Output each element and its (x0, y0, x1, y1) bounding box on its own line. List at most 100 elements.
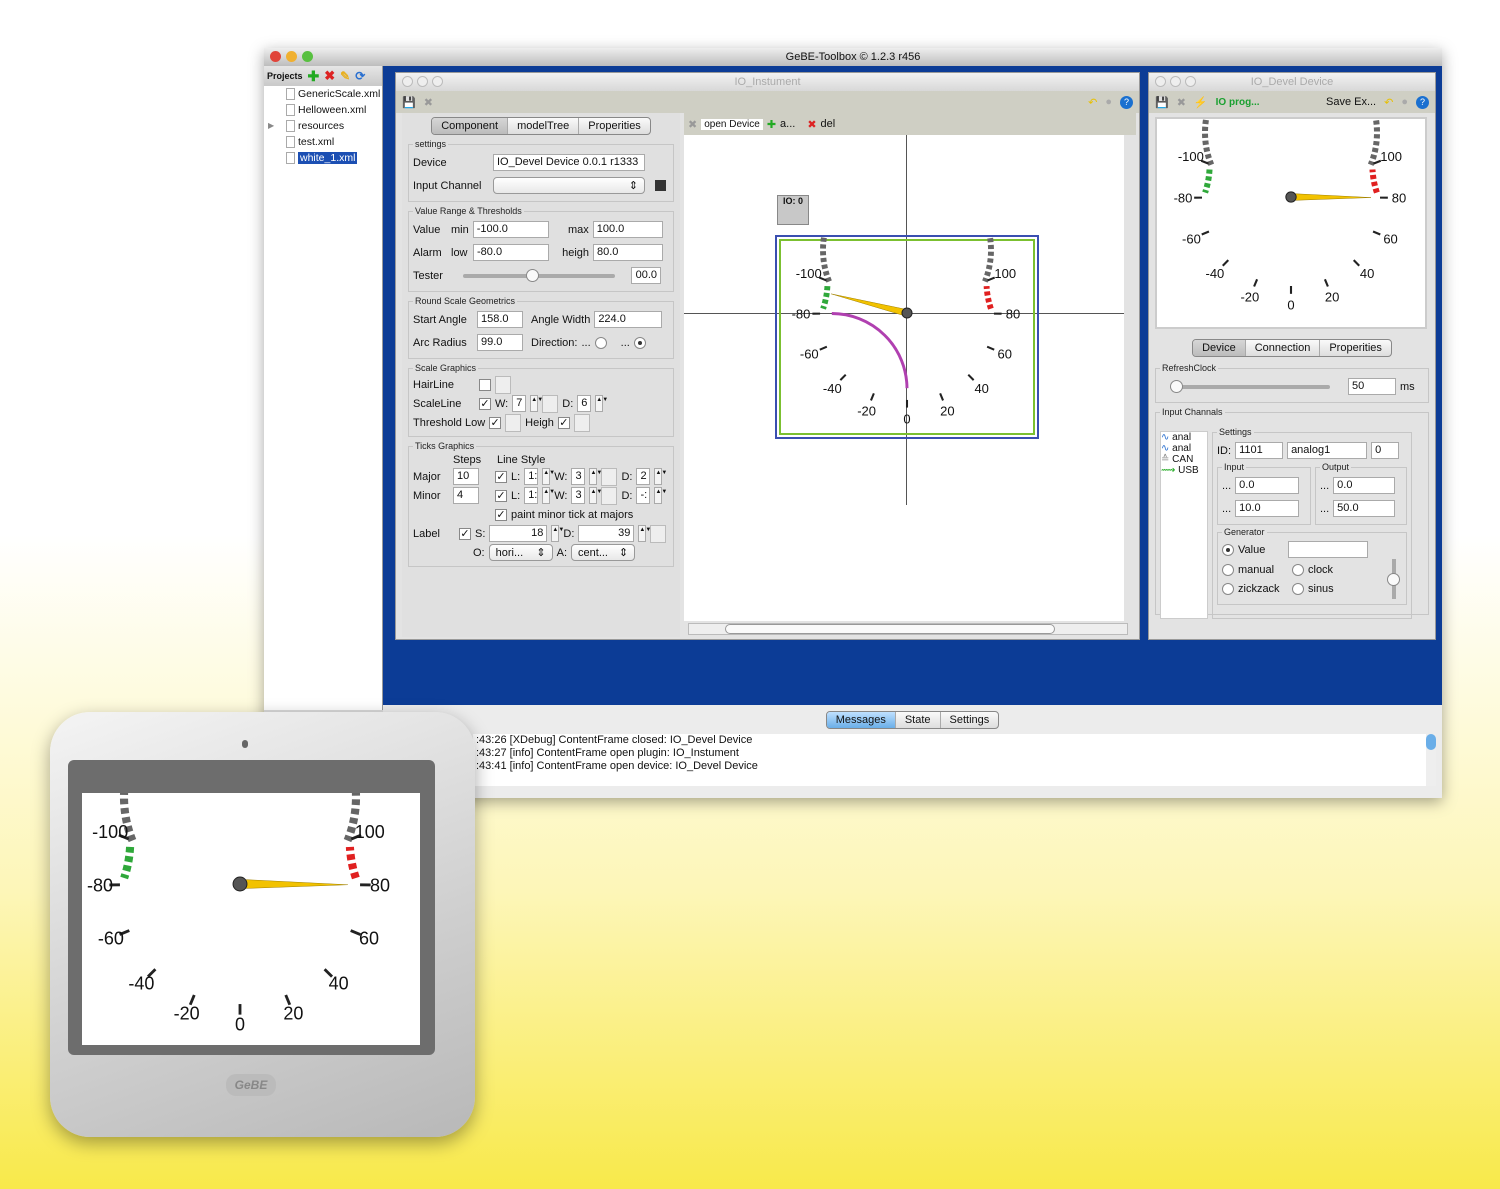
input-max[interactable]: 10.0 (1235, 500, 1300, 517)
scaleline-checkbox[interactable]: ✓ (479, 397, 491, 410)
add-button[interactable]: a... (780, 118, 795, 130)
hairline-color[interactable] (495, 375, 511, 394)
spinner[interactable]: ▲▼ (551, 525, 564, 542)
input-channel-select[interactable]: ⇕ (493, 177, 645, 194)
add-icon[interactable]: ✚ (767, 118, 776, 131)
arc-radius-input[interactable]: 99.0 (477, 334, 523, 351)
channel-index-input[interactable]: 0 (1371, 442, 1400, 459)
angle-width-input[interactable]: 224.0 (594, 311, 663, 328)
tab-properties[interactable]: Properities (1320, 340, 1391, 356)
spinner[interactable]: ▲▼ (542, 468, 555, 485)
channel-item[interactable]: ≙ CAN (1161, 454, 1207, 465)
horizontal-scrollbar[interactable] (688, 623, 1128, 635)
label-distance[interactable]: 39 (578, 525, 635, 542)
min-value-input[interactable]: -100.0 (472, 221, 549, 238)
major-width[interactable]: 3 (571, 468, 586, 485)
close-icon[interactable]: ✖ (688, 118, 697, 131)
spinner[interactable]: ▲▼ (530, 395, 543, 412)
tab-modeltree[interactable]: modelTree (508, 118, 580, 134)
direction-ccw-radio[interactable] (594, 336, 607, 349)
input-min[interactable]: 0.0 (1235, 477, 1300, 494)
device-field[interactable]: IO_Devel Device 0.0.1 r1333 (493, 154, 645, 171)
channel-item[interactable]: ⟿ USB (1161, 465, 1207, 476)
hairline-checkbox[interactable] (479, 378, 491, 391)
paint-minor-checkbox[interactable]: ✓ (495, 508, 507, 521)
major-length[interactable]: 1: (524, 468, 539, 485)
minor-steps-input[interactable]: 4 (453, 487, 479, 504)
save-export-button[interactable]: Save Ex... (1326, 96, 1376, 108)
refresh-slider[interactable] (1170, 379, 1330, 393)
orientation-select[interactable]: hori... ⇕ (488, 544, 553, 561)
direction-cw-radio[interactable] (633, 336, 646, 349)
minor-distance[interactable]: -: (636, 487, 651, 504)
scaleline-width[interactable]: 7 (512, 395, 527, 412)
tab-settings[interactable]: Settings (941, 712, 999, 728)
channel-name-input[interactable]: analog1 (1287, 442, 1368, 459)
delete-icon[interactable]: ✖ (807, 118, 816, 131)
label-checkbox[interactable]: ✓ (459, 527, 471, 540)
channel-item[interactable]: ∿ anal (1161, 443, 1207, 454)
slider-knob[interactable] (526, 268, 539, 282)
label-color[interactable] (650, 524, 667, 543)
refresh-input[interactable]: 50 (1348, 378, 1396, 395)
delete-icon[interactable]: ✖ (324, 68, 335, 84)
scaleline-color[interactable] (542, 394, 559, 413)
generator-value-input[interactable] (1288, 541, 1368, 558)
tab-component[interactable]: Component (432, 118, 509, 134)
spinner[interactable]: ▲▼ (589, 468, 602, 485)
help-icon[interactable]: ? (1416, 95, 1429, 109)
generator-value-radio[interactable] (1222, 543, 1234, 556)
tab-messages[interactable]: Messages (826, 712, 896, 728)
max-value-input[interactable]: 100.0 (592, 221, 663, 238)
scaleline-distance[interactable]: 6 (577, 395, 592, 412)
project-folder[interactable]: ▶ resources (264, 118, 382, 134)
tab-state[interactable]: State (896, 712, 941, 728)
close-icon[interactable]: ✖ (424, 96, 433, 109)
undo-icon[interactable]: ↶ (1088, 96, 1097, 109)
minor-length[interactable]: 1: (524, 487, 539, 504)
close-icon[interactable]: ✖ (1177, 96, 1186, 109)
minor-width[interactable]: 3 (571, 487, 586, 504)
major-checkbox[interactable]: ✓ (495, 470, 507, 483)
generator-sinus-radio[interactable] (1292, 582, 1304, 595)
edit-channel-icon[interactable] (655, 180, 666, 191)
spinner[interactable]: ▲▼ (654, 487, 667, 504)
channel-id-input[interactable]: 1101 (1235, 442, 1284, 459)
edit-icon[interactable]: ✎ (340, 69, 350, 83)
stop-icon[interactable]: ● (1401, 96, 1408, 108)
project-item-selected[interactable]: white_1.xml (264, 150, 382, 166)
alignment-select[interactable]: cent... ⇕ (571, 544, 636, 561)
add-icon[interactable]: ✚ (308, 68, 320, 85)
minor-color[interactable] (601, 486, 618, 505)
threshold-low-checkbox[interactable]: ✓ (489, 416, 502, 429)
minor-checkbox[interactable]: ✓ (495, 489, 507, 502)
generator-vertical-slider[interactable] (1387, 559, 1400, 599)
design-canvas[interactable]: IO: 0 -100 -80 -60 -40 -20 0 20 40 60 80 100 (684, 135, 1124, 621)
vertical-scrollbar[interactable] (1426, 734, 1436, 786)
threshold-low-color[interactable] (505, 413, 522, 432)
open-device-button[interactable]: open Device (701, 118, 763, 130)
tab-device[interactable]: Device (1193, 340, 1246, 356)
project-item[interactable]: test.xml (264, 134, 382, 150)
output-max[interactable]: 50.0 (1333, 500, 1396, 517)
disclosure-triangle-icon[interactable]: ▶ (268, 118, 274, 134)
refresh-icon[interactable]: ⟳ (355, 69, 365, 83)
close-button[interactable] (270, 51, 281, 62)
generator-clock-radio[interactable] (1292, 563, 1304, 576)
spinner[interactable]: ▲▼ (595, 395, 608, 412)
undo-icon[interactable]: ↶ (1384, 96, 1393, 109)
generator-manual-radio[interactable] (1222, 563, 1234, 576)
slider-knob[interactable] (1170, 379, 1183, 393)
major-color[interactable] (601, 467, 618, 486)
project-item[interactable]: GenericScale.xml (264, 86, 382, 102)
threshold-high-color[interactable] (573, 413, 590, 432)
alarm-low-input[interactable]: -80.0 (473, 244, 549, 261)
stop-icon[interactable]: ● (1105, 96, 1112, 108)
delete-button[interactable]: del (821, 118, 836, 130)
alarm-high-input[interactable]: 80.0 (593, 244, 663, 261)
major-distance[interactable]: 2 (636, 468, 651, 485)
output-min[interactable]: 0.0 (1333, 477, 1396, 494)
save-icon[interactable]: 💾 (402, 96, 416, 109)
tester-value[interactable]: 00.0 (631, 267, 661, 284)
io-badge[interactable]: IO: 0 (777, 195, 809, 225)
